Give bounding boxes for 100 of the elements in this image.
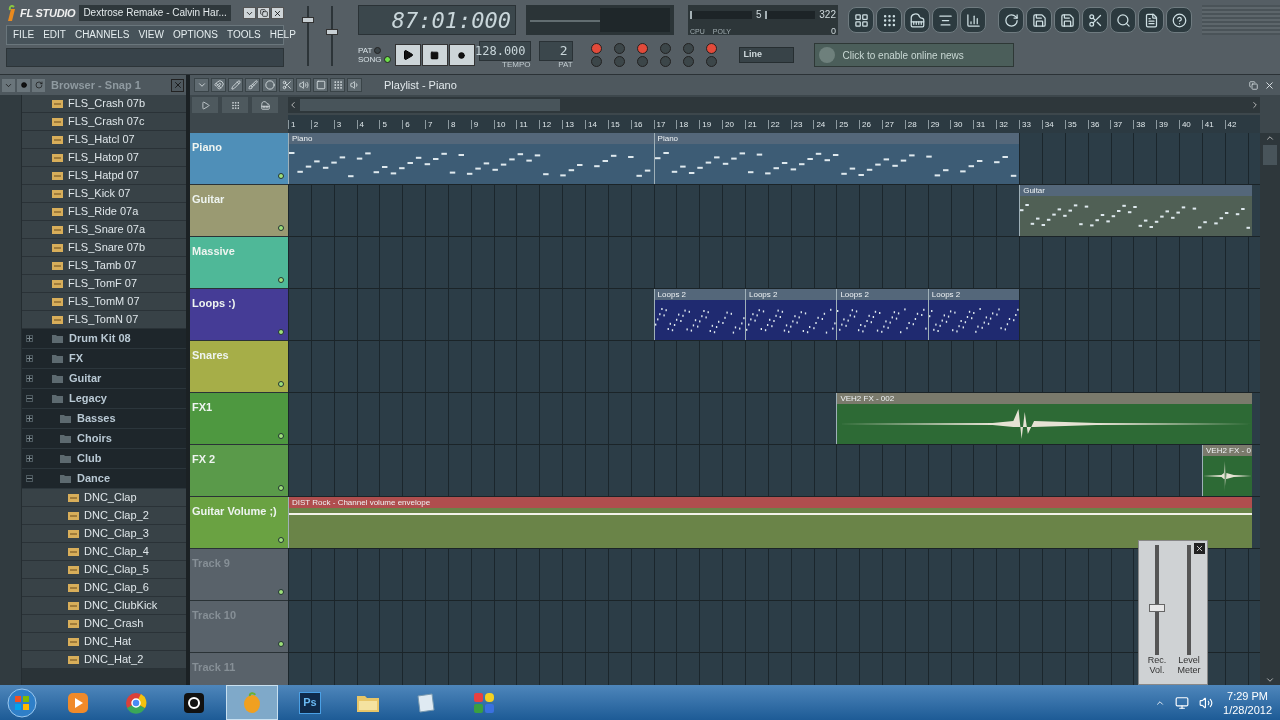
- toggle-button[interactable]: [705, 56, 717, 67]
- folder-item[interactable]: Legacy: [22, 389, 186, 409]
- sample-item[interactable]: FLS_Hatpd 07: [22, 167, 186, 185]
- sample-item[interactable]: DNC_Crash: [22, 615, 186, 633]
- folder-item[interactable]: Club: [22, 449, 186, 469]
- dots-icon[interactable]: [876, 7, 902, 33]
- scissors-icon[interactable]: [1082, 7, 1108, 33]
- sample-item[interactable]: DNC_Clap: [22, 489, 186, 507]
- sample-item[interactable]: DNC_Clap_3: [22, 525, 186, 543]
- pattern-clip[interactable]: Piano: [288, 133, 654, 184]
- toggle-button[interactable]: [636, 56, 648, 67]
- sample-item[interactable]: FLS_Crash 07b: [22, 95, 186, 113]
- menu-item[interactable]: OPTIONS: [172, 30, 218, 40]
- stop-button[interactable]: [421, 44, 448, 66]
- mode-option[interactable]: PAT: [358, 46, 391, 55]
- vertical-slider[interactable]: [302, 6, 314, 66]
- sample-item[interactable]: DNC_Clap_4: [22, 543, 186, 561]
- toggle-button[interactable]: [682, 56, 694, 67]
- sample-item[interactable]: FLS_TomN 07: [22, 311, 186, 329]
- scroll-down-icon[interactable]: [1265, 675, 1275, 685]
- menu-item[interactable]: TOOLS: [226, 30, 261, 40]
- grid-icon[interactable]: [848, 7, 874, 33]
- scroll-right-icon[interactable]: [1250, 100, 1260, 110]
- expand-icon[interactable]: [26, 455, 33, 462]
- track-enable-icon[interactable]: [278, 641, 284, 647]
- pattern-clip[interactable]: Loops 2: [836, 289, 928, 340]
- toggle-button[interactable]: [659, 56, 671, 67]
- sample-item[interactable]: FLS_Snare 07b: [22, 239, 186, 257]
- pattern-clip[interactable]: Guitar: [1019, 185, 1253, 236]
- pencil-icon[interactable]: [228, 78, 243, 92]
- network-icon[interactable]: [1175, 695, 1190, 710]
- search-icon[interactable]: [1110, 7, 1136, 33]
- speaker-icon[interactable]: [296, 78, 311, 92]
- toggle-button[interactable]: [613, 43, 625, 54]
- scroll-thumb[interactable]: [1263, 145, 1277, 165]
- scrollbar[interactable]: [0, 95, 22, 685]
- back-icon[interactable]: [32, 78, 45, 92]
- sample-item[interactable]: FLS_Snare 07a: [22, 221, 186, 239]
- close-button[interactable]: [1194, 543, 1205, 554]
- expand-icon[interactable]: [26, 435, 33, 442]
- folder-item[interactable]: Basses: [22, 409, 186, 429]
- sample-item[interactable]: DNC_Clap_2: [22, 507, 186, 525]
- news-panel[interactable]: Click to enable online news: [813, 43, 1014, 67]
- playlist-mode-icon[interactable]: [192, 97, 218, 113]
- mode-option[interactable]: SONG: [358, 55, 391, 64]
- menu-item[interactable]: EDIT: [43, 30, 66, 40]
- dots-icon[interactable]: [330, 78, 345, 92]
- sample-item[interactable]: FLS_Ride 07a: [22, 203, 186, 221]
- sample-item[interactable]: DNC_ClubKick: [22, 597, 186, 615]
- pattern-clip[interactable]: Loops 2: [927, 289, 1020, 340]
- track-enable-icon[interactable]: [278, 225, 284, 231]
- folder-item[interactable]: FX: [22, 349, 186, 369]
- pattern-clip[interactable]: Loops 2: [745, 289, 837, 340]
- track-enable-icon[interactable]: [278, 329, 284, 335]
- circle-icon[interactable]: [262, 78, 277, 92]
- track-enable-icon[interactable]: [278, 485, 284, 491]
- toggle-button[interactable]: [636, 43, 648, 54]
- volume-icon[interactable]: [1199, 695, 1214, 710]
- sample-item[interactable]: FLS_Kick 07: [22, 185, 186, 203]
- track-enable-icon[interactable]: [278, 381, 284, 387]
- sample-item[interactable]: DNC_Hat: [22, 633, 186, 651]
- menu-icon[interactable]: [194, 78, 209, 92]
- menu-item[interactable]: HELP: [269, 30, 296, 40]
- toggle-button[interactable]: [705, 43, 717, 54]
- close-button[interactable]: [271, 7, 284, 19]
- sample-item[interactable]: FLS_Crash 07c: [22, 113, 186, 131]
- track-enable-icon[interactable]: [278, 537, 284, 543]
- menu-item[interactable]: FILE: [13, 30, 35, 40]
- document-icon[interactable]: [1138, 7, 1164, 33]
- track-enable-icon[interactable]: [278, 277, 284, 283]
- track-enable-icon[interactable]: [278, 173, 284, 179]
- menu-item[interactable]: CHANNELS: [74, 30, 130, 40]
- volume-slider[interactable]: [1151, 545, 1163, 655]
- square-icon[interactable]: [313, 78, 328, 92]
- taskbar-button[interactable]: Ps: [284, 685, 336, 720]
- note-icon[interactable]: [252, 97, 278, 113]
- horizontal-scrollbar[interactable]: [288, 97, 1260, 113]
- toggle-button[interactable]: [613, 56, 625, 67]
- sample-item[interactable]: FLS_TomF 07: [22, 275, 186, 293]
- sample-item[interactable]: FLS_Hatop 07: [22, 149, 186, 167]
- toggle-button[interactable]: [659, 43, 671, 54]
- magnet-icon[interactable]: [211, 78, 226, 92]
- folder-item[interactable]: Guitar: [22, 369, 186, 389]
- speaker-icon[interactable]: [347, 78, 362, 92]
- expand-icon[interactable]: [26, 355, 33, 362]
- toggle-button[interactable]: [590, 56, 602, 67]
- scroll-up-icon[interactable]: [1265, 133, 1275, 143]
- save-icon[interactable]: [1054, 7, 1080, 33]
- expand-icon[interactable]: [26, 375, 33, 382]
- menu-icon[interactable]: [2, 78, 15, 92]
- audio-clip[interactable]: VEH2 FX - 0: [1202, 445, 1253, 496]
- play-button[interactable]: [394, 44, 421, 66]
- restore-button[interactable]: [1246, 78, 1260, 92]
- track-enable-icon[interactable]: [278, 433, 284, 439]
- toggle-button[interactable]: [590, 43, 602, 54]
- scissors-icon[interactable]: [279, 78, 294, 92]
- curve-icon[interactable]: [222, 97, 248, 113]
- pattern-clip[interactable]: Piano: [653, 133, 1020, 184]
- toggle-button[interactable]: [682, 43, 694, 54]
- folder-item[interactable]: Choirs: [22, 429, 186, 449]
